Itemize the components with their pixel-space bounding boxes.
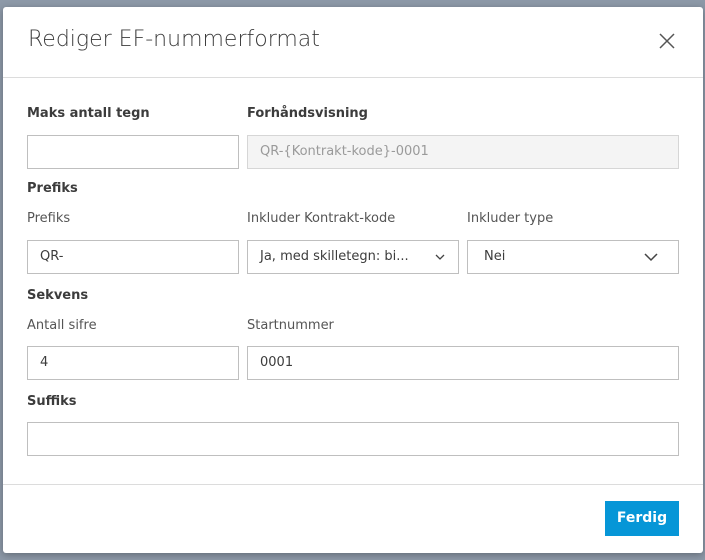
start-number-label: Startnummer (247, 318, 334, 333)
digits-input[interactable]: 4 (27, 346, 239, 380)
include-contract-code-label: Inkluder Kontrakt-kode (247, 211, 396, 226)
max-chars-input[interactable] (27, 135, 239, 169)
include-contract-code-select[interactable]: Ja, med skilletegn: bi... (247, 240, 459, 274)
prefix-label: Prefiks (27, 211, 71, 226)
prefix-input[interactable]: QR- (27, 240, 239, 274)
footer-divider (3, 484, 703, 485)
max-chars-label: Maks antall tegn (27, 106, 150, 121)
done-button[interactable]: Ferdig (605, 501, 679, 536)
suffix-input[interactable] (27, 422, 679, 456)
edit-number-format-dialog: Rediger EF-nummerformat Maks antall tegn… (3, 7, 703, 553)
include-type-select[interactable]: Nei (467, 240, 679, 274)
include-type-value: Nei (484, 249, 506, 264)
close-icon[interactable] (657, 31, 677, 51)
dialog-title: Rediger EF-nummerformat (28, 27, 320, 52)
chevron-down-icon (435, 254, 445, 260)
preview-label: Forhåndsvisning (247, 106, 368, 121)
start-number-input[interactable]: 0001 (247, 346, 679, 380)
include-type-label: Inkluder type (467, 211, 554, 226)
header-divider (3, 77, 703, 78)
sequence-section-heading: Sekvens (27, 288, 89, 303)
preview-field: QR-{Kontrakt-kode}-0001 (247, 135, 679, 169)
digits-label: Antall sifre (27, 318, 97, 333)
chevron-down-icon (644, 253, 658, 262)
suffix-section-heading: Suffiks (27, 394, 77, 409)
include-contract-code-value: Ja, med skilletegn: bi... (260, 249, 409, 264)
prefix-section-heading: Prefiks (27, 181, 78, 196)
